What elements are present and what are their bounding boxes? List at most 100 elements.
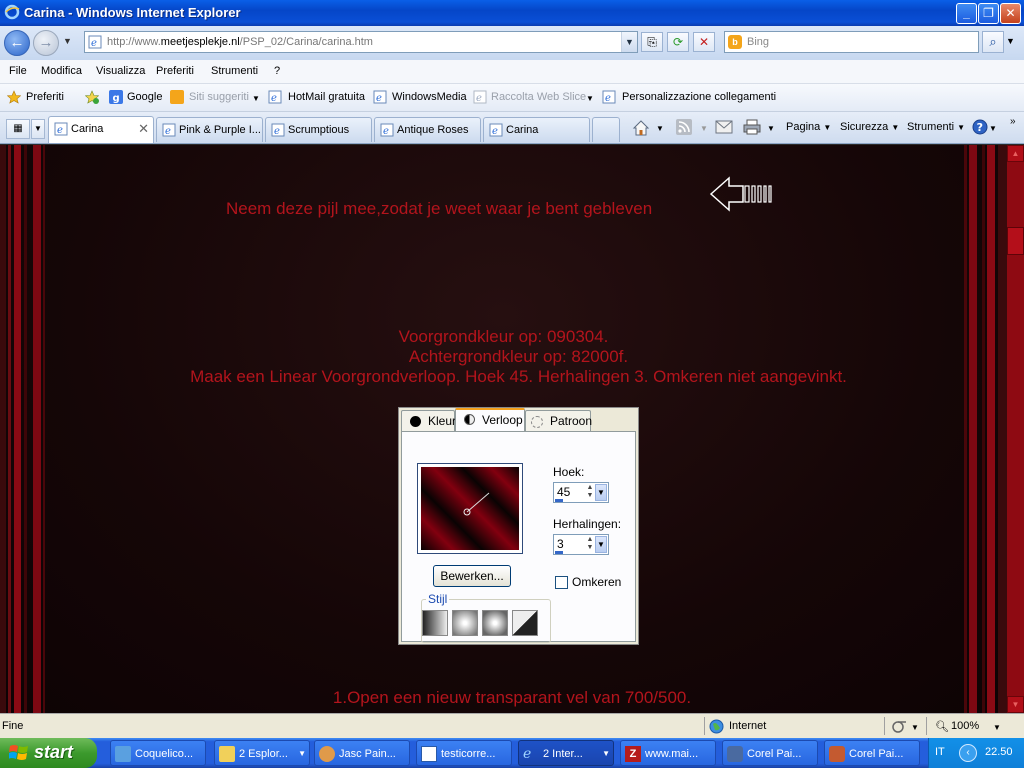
ie-page-icon: e (373, 90, 387, 104)
svg-text:e: e (492, 126, 498, 137)
minimize-button[interactable]: _ (956, 3, 977, 24)
help-dropdown-icon[interactable]: ▼ (989, 124, 997, 133)
fav-google[interactable]: Google (127, 91, 162, 103)
feeds-dropdown-icon[interactable]: ▼ (700, 124, 708, 133)
pagina-menu[interactable]: Pagina ▼ (786, 121, 831, 133)
ie-page-icon: e (268, 90, 282, 104)
tab-verloop: Verloop (455, 408, 525, 432)
tab-label: Carina (506, 124, 539, 136)
home-dropdown-icon[interactable]: ▼ (656, 124, 664, 133)
search-options-dropdown-icon[interactable]: ▼ (1006, 36, 1015, 46)
svg-text:e: e (91, 38, 97, 49)
print-dropdown-icon[interactable]: ▼ (767, 124, 775, 133)
bewerken-button: Bewerken... (433, 565, 511, 587)
omkeren-label: Omkeren (572, 575, 622, 589)
scroll-up-icon[interactable]: ▲ (1007, 145, 1024, 162)
fav-windowsmedia[interactable]: WindowsMedia (392, 91, 467, 103)
color-circle-icon (410, 416, 421, 427)
menu-help[interactable]: ? (274, 65, 280, 77)
gradient-preview (417, 463, 523, 554)
restore-button[interactable]: ❐ (978, 3, 999, 24)
security-zone[interactable]: Internet (729, 720, 766, 732)
task-corel-paint-1[interactable]: Corel Pai... (722, 740, 818, 766)
decor-stripe (24, 145, 27, 713)
windows-logo-icon (9, 745, 28, 760)
tab-scrumptious[interactable]: e Scrumptious (265, 117, 372, 142)
feeds-icon[interactable] (676, 119, 692, 135)
scroll-thumb[interactable] (1007, 227, 1024, 255)
back-button[interactable]: ← (4, 30, 30, 56)
clock[interactable]: 22.50 (985, 746, 1013, 758)
fav-siti-suggeriti[interactable]: Siti suggeriti (189, 91, 249, 103)
protected-mode-icon[interactable] (892, 719, 908, 734)
zoom-level[interactable]: 100% (951, 720, 979, 732)
more-commands-icon[interactable]: » (1010, 116, 1016, 127)
close-tab-icon[interactable]: ✕ (138, 121, 149, 137)
step-1-text: 1.Open een nieuw transparant vel van 700… (332, 688, 692, 707)
tab-list-dropdown-icon[interactable]: ▼ (31, 119, 45, 139)
tab-antique-roses[interactable]: e Antique Roses (374, 117, 481, 142)
menu-strumenti[interactable]: Strumenti (211, 65, 258, 77)
compatibility-view-icon[interactable]: ⎘ (641, 32, 663, 52)
help-icon[interactable]: ? (972, 119, 988, 135)
rectangular-style-icon (452, 610, 478, 636)
protected-mode-dropdown-icon[interactable]: ▼ (911, 723, 919, 732)
linear-style-icon (422, 610, 448, 636)
menu-modifica[interactable]: Modifica (41, 65, 82, 77)
address-dropdown-icon[interactable]: ▼ (621, 32, 637, 52)
menu-preferiti[interactable]: Preferiti (156, 65, 194, 77)
refresh-icon[interactable]: ⟳ (667, 32, 689, 52)
web-slice-dropdown-icon[interactable]: ▼ (586, 94, 594, 103)
tab-pink-purple[interactable]: e Pink & Purple I... (156, 117, 263, 142)
sicurezza-menu[interactable]: Sicurezza ▼ (840, 121, 899, 133)
tab-carina[interactable]: e Carina ✕ (48, 116, 154, 143)
search-box[interactable]: b Bing (724, 31, 979, 53)
search-icon[interactable]: ⌕ (982, 31, 1004, 53)
task-testicorre[interactable]: testicorre... (416, 740, 512, 766)
address-bar[interactable]: e http://www.meetjesplekje.nl/PSP_02/Car… (84, 31, 638, 53)
forward-button[interactable]: → (33, 30, 59, 56)
tab-carina-2[interactable]: e Carina (483, 117, 590, 142)
new-tab-button[interactable] (592, 117, 620, 142)
strumenti-menu[interactable]: Strumenti ▼ (907, 121, 965, 133)
start-button[interactable]: start (0, 738, 97, 768)
add-to-favorites-icon[interactable] (85, 90, 99, 104)
pointer-arrow-icon[interactable] (709, 175, 775, 213)
show-hidden-icons-icon[interactable]: ‹ (959, 744, 977, 762)
home-icon[interactable] (632, 119, 650, 137)
document-icon (421, 746, 437, 762)
task-coquelico[interactable]: Coquelico... (110, 740, 206, 766)
favorites-button[interactable]: Preferiti (26, 91, 64, 103)
instruction-gradient: Maak een Linear Voorgrondverloop. Hoek 4… (190, 367, 847, 386)
menu-visualizza[interactable]: Visualizza (96, 65, 145, 77)
svg-text:g: g (113, 93, 120, 104)
instruction-foreground: Voorgrondkleur op: 090304. (398, 327, 609, 346)
zoom-dropdown-icon[interactable]: ▼ (993, 723, 1001, 732)
close-button[interactable]: ✕ (1000, 3, 1021, 24)
zoom-icon[interactable]: 🔍︎ (935, 720, 949, 733)
task-filezilla[interactable]: Z www.mai... (620, 740, 716, 766)
fav-personalizzazione[interactable]: Personalizzazione collegamenti (622, 91, 776, 103)
ie-page-icon: e (602, 90, 616, 104)
print-icon[interactable] (743, 119, 761, 135)
fav-raccolta-web-slice[interactable]: Raccolta Web Slice (491, 91, 586, 103)
search-placeholder: Bing (747, 36, 770, 48)
ie-logo-icon: e (523, 746, 532, 762)
language-indicator[interactable]: IT (935, 746, 945, 758)
stop-icon[interactable]: ✕ (693, 32, 715, 52)
mail-icon[interactable] (715, 120, 733, 134)
scroll-down-icon[interactable]: ▼ (1007, 696, 1024, 713)
task-jasc-paint[interactable]: Jasc Pain... (314, 740, 410, 766)
recent-pages-dropdown-icon[interactable]: ▼ (63, 36, 72, 46)
fav-hotmail[interactable]: HotMail gratuita (288, 91, 365, 103)
dropdown-icon: ▼ (595, 484, 607, 501)
siti-suggeriti-dropdown-icon[interactable]: ▼ (252, 94, 260, 103)
ie-page-icon: e (54, 122, 68, 136)
vertical-scrollbar[interactable]: ▲ ▼ (1007, 145, 1024, 713)
quick-tabs-icon[interactable]: ▦ (6, 119, 30, 139)
task-corel-paint-2[interactable]: Corel Pai... (824, 740, 920, 766)
task-esplora[interactable]: 2 Esplor... ▼ (214, 740, 310, 766)
menu-file[interactable]: File (9, 65, 27, 77)
gradient-angle-handle-icon (463, 492, 490, 516)
task-internet-explorer[interactable]: e 2 Inter... ▼ (518, 740, 614, 766)
